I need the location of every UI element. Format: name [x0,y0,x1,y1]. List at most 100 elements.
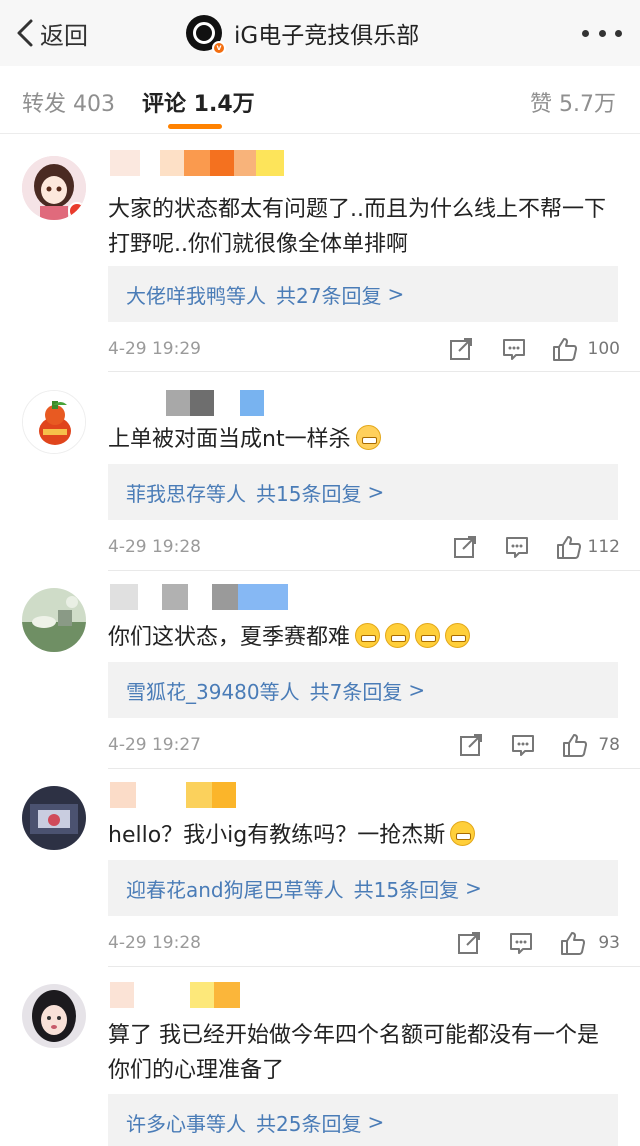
comment-text: 上单被对面当成nt一样杀 [108,427,351,452]
reply-arrow: > [465,876,482,900]
avatar-image [22,156,86,220]
club-logo-mark [193,22,215,44]
active-tab-indicator [168,124,222,129]
reply-summary[interactable]: 迎春花and狗尾巴草 等人 共15条回复 > [108,860,618,916]
dot [615,29,622,37]
avatar-image [23,391,85,453]
nav-bar: 返回 v iG电子竞技俱乐部 [0,0,640,66]
verified-badge-icon: v [212,41,226,55]
club-logo: v [186,15,226,55]
comment-icon[interactable] [504,534,530,560]
like-count: 78 [598,735,620,755]
reply-count[interactable]: 共27条回复 [276,280,381,309]
reply-count[interactable]: 共15条回复 [256,478,361,507]
page-title: iG电子竞技俱乐部 [234,23,420,49]
avatar[interactable] [22,588,86,652]
comment-meta: 4-29 19:27 78 [108,732,620,762]
avatar[interactable] [22,786,86,850]
comment-time: 4-29 19:28 [108,537,201,557]
tab-bar: 转发 403 评论 1.4万 赞 5.7万 [0,66,640,134]
dot [598,29,606,37]
share-icon[interactable] [456,930,482,956]
like-count: 112 [587,537,620,557]
like-count: 100 [587,339,620,359]
comment-item: 你们这状态，夏季赛都难 雪狐花_39480 等人 共7条回复 > 4-29 19… [0,584,640,769]
emoji-smirk-icon [445,623,471,648]
comment-text-wrap: hello？我小ig有教练吗？一抢杰斯 [108,818,620,853]
reply-names[interactable]: 雪狐花_39480 [126,676,260,705]
page-title-group: v iG电子竞技俱乐部 [186,14,420,55]
comment-time: 4-29 19:27 [108,735,201,755]
username-blurred [110,150,300,176]
divider [108,966,640,967]
comment-item: 上单被对面当成nt一样杀 菲我思存 等人 共15条回复 > 4-29 19:28… [0,386,640,571]
reply-count[interactable]: 共7条回复 [310,676,403,705]
reply-names[interactable]: 迎春花and狗尾巴草 [126,874,304,903]
reply-arrow: > [408,678,426,702]
reply-names[interactable]: 许多心事 [126,1108,206,1137]
comment-icon[interactable] [508,930,534,956]
comment-text: 你们这状态，夏季赛都难 [108,625,351,650]
comment-icon[interactable] [510,732,536,758]
reply-names[interactable]: 大佬咩我鸭 [126,280,226,309]
reply-suffix: 等人 [303,877,344,902]
comment-meta: 4-29 19:28 112 [108,534,620,564]
like-icon[interactable] [562,732,588,758]
avatar[interactable] [22,156,86,220]
comment-text: hello？我小ig有教练吗？一抢杰斯 [108,823,446,848]
reply-summary[interactable]: 大佬咩我鸭 等人 共27条回复 > [108,266,618,322]
reply-names[interactable]: 菲我思存 [126,478,206,507]
avatar[interactable] [22,390,86,454]
username-blurred [110,584,300,610]
like-count: 93 [598,933,620,953]
like-icon[interactable] [560,930,586,956]
comment-time: 4-29 19:29 [108,339,201,359]
reply-arrow: > [367,1110,385,1134]
back-label: 返回 [40,21,88,50]
emoji-smirk-icon [415,623,441,648]
dot [582,29,589,37]
reply-count[interactable]: 共15条回复 [354,874,459,903]
comment-text: 算了 我已经开始做今年四个名额可能都没有一个是你们的心理准备了 [108,1023,599,1083]
comment-meta: 4-29 19:28 93 [108,930,620,960]
comment-text-wrap: 上单被对面当成nt一样杀 [108,422,620,457]
username-blurred [110,982,300,1008]
share-icon[interactable] [452,534,478,560]
share-icon[interactable] [458,732,484,758]
reply-suffix: 等人 [206,1111,246,1136]
comment-meta: 4-29 19:29 100 [108,336,620,366]
reply-suffix: 等人 [226,283,266,308]
tab-comments[interactable]: 评论 1.4万 [142,86,255,118]
tab-reposts[interactable]: 转发 403 [22,86,115,118]
reply-suffix: 等人 [259,679,300,704]
avatar-image [22,786,86,850]
like-icon[interactable] [556,534,582,560]
chevron-left-icon [17,19,33,47]
username-blurred [110,782,300,808]
reply-summary[interactable]: 雪狐花_39480 等人 共7条回复 > [108,662,618,718]
emoji-smirk-icon [355,623,381,648]
more-dots-icon[interactable] [582,22,622,44]
reply-summary[interactable]: 菲我思存 等人 共15条回复 > [108,464,618,520]
comment-item: hello？我小ig有教练吗？一抢杰斯 迎春花and狗尾巴草 等人 共15条回复… [0,782,640,967]
emoji-smirk-icon [385,623,411,648]
divider [108,371,640,372]
reply-summary[interactable]: 许多心事 等人 共25条回复 > [108,1094,618,1146]
comment-text: 大家的状态都太有问题了..而且为什么线上不帮一下打野呢..你们就很像全体单排啊 [108,197,606,257]
divider [108,570,640,571]
emoji-grin-icon [450,821,476,846]
username-blurred [110,390,300,416]
comment-icon[interactable] [501,336,527,362]
comment-text-wrap: 你们这状态，夏季赛都难 [108,620,620,655]
comment-item: 算了 我已经开始做今年四个名额可能都没有一个是你们的心理准备了 许多心事 等人 … [0,980,640,1146]
avatar-image [22,984,86,1048]
comment-item: 大家的状态都太有问题了..而且为什么线上不帮一下打野呢..你们就很像全体单排啊 … [0,150,640,372]
comment-time: 4-29 19:28 [108,933,201,953]
reply-count[interactable]: 共25条回复 [256,1108,361,1137]
tab-likes[interactable]: 赞 5.7万 [530,86,616,118]
avatar[interactable] [22,984,86,1048]
back-button[interactable]: 返回 [14,14,88,52]
like-icon[interactable] [552,336,578,362]
share-icon[interactable] [448,336,474,362]
avatar-image [22,588,86,652]
